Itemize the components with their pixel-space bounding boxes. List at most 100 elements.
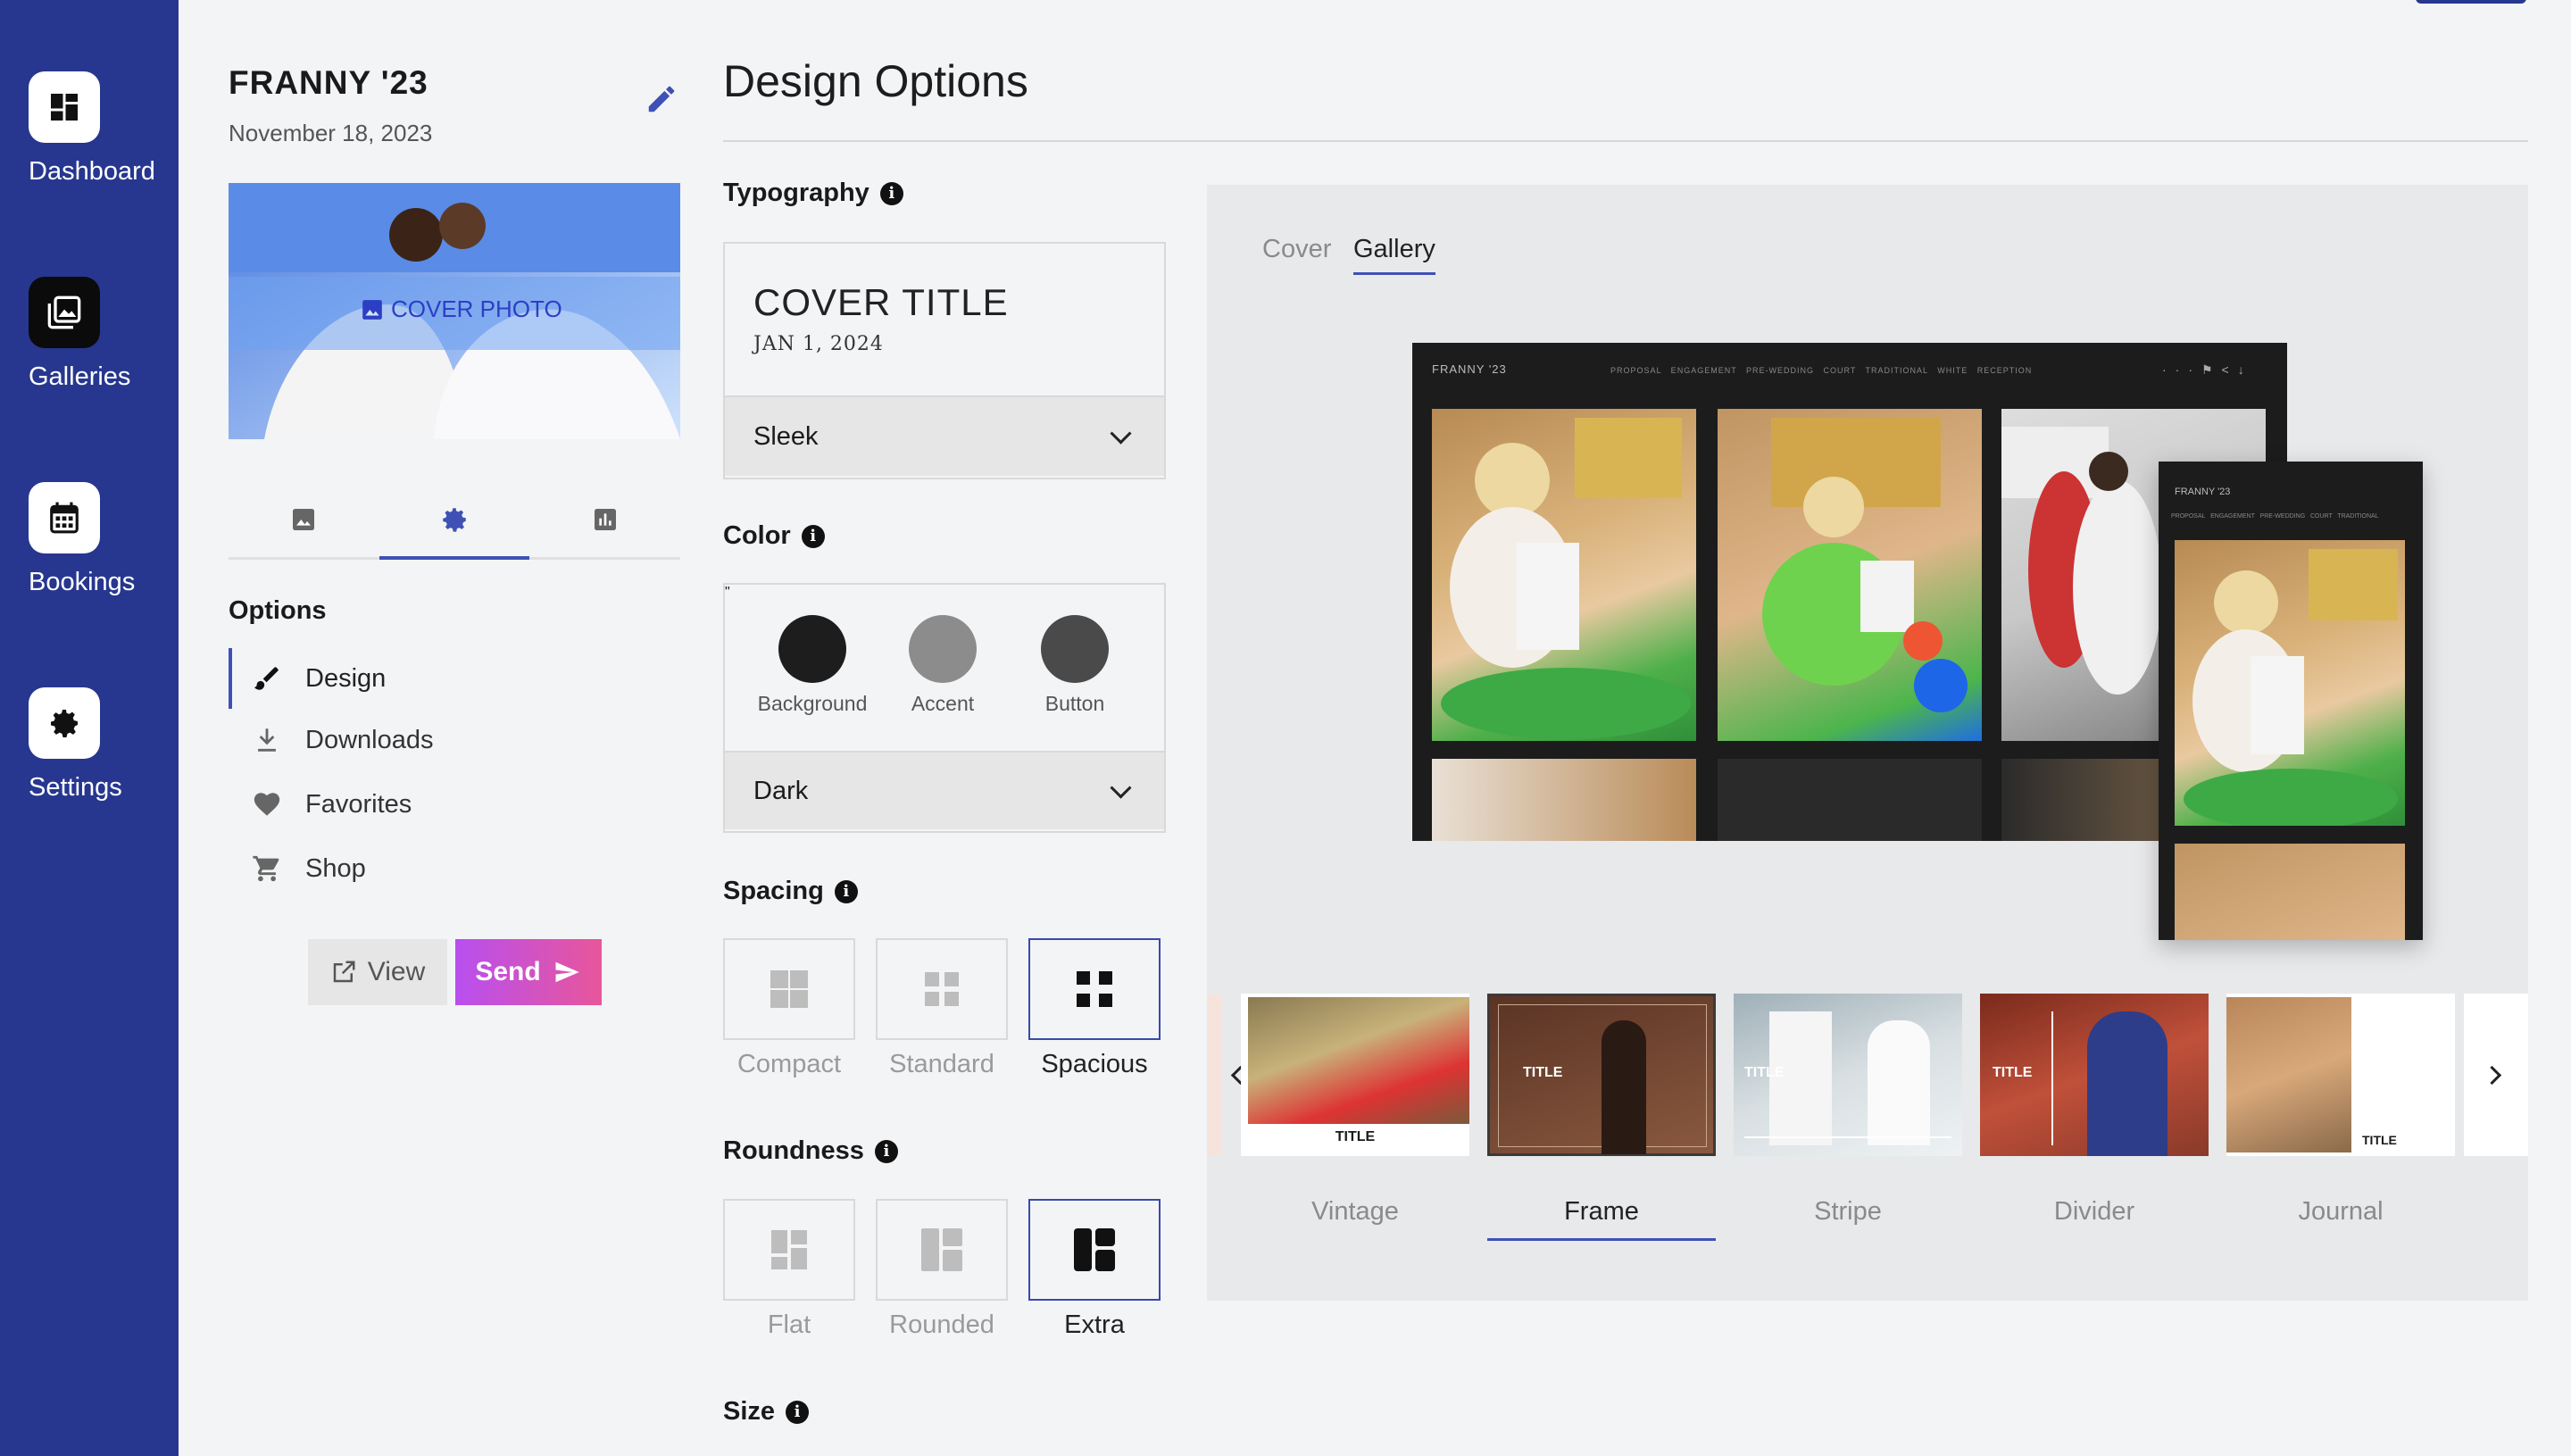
view-button[interactable]: View [308,939,447,1005]
typography-select[interactable]: Sleek [725,395,1164,476]
option-design[interactable]: Design [229,648,386,709]
tab-insights[interactable] [530,482,680,557]
edit-title-button[interactable] [645,82,678,121]
color-heading: Color i [723,521,825,551]
info-icon[interactable]: i [801,524,825,548]
send-button[interactable]: Send [455,939,602,1005]
roundness-label: Roundness [723,1136,864,1165]
mobile-photo[interactable] [2175,844,2405,940]
flat-layout-icon [771,1230,807,1269]
option-label: Favorites [305,789,412,819]
style-label[interactable]: Journal [2226,1197,2455,1227]
galleries-icon [29,277,100,348]
swatch-button[interactable] [1041,615,1109,683]
roundness-option-label: Flat [767,1310,811,1339]
standard-grid-icon [925,972,959,1006]
nav-settings[interactable]: Settings [0,687,179,812]
project-title: FRANNY '23 [229,64,428,101]
gallery-photo[interactable] [1432,409,1696,741]
nav-galleries[interactable]: Galleries [0,277,179,402]
gallery-photo[interactable] [1718,759,1982,841]
spacing-compact[interactable] [723,938,855,1040]
swatch-background[interactable] [778,615,846,683]
option-label: Design [305,663,387,693]
pencil-icon [648,86,675,112]
spacing-spacious[interactable] [1028,938,1161,1040]
cover-photo[interactable]: COVER PHOTO [229,183,680,439]
nav-dashboard[interactable]: Dashboard [0,71,179,196]
divider-line [2051,1011,2053,1145]
mobile-preview: FRANNY '23 PROPOSAL ENGAGEMENT PRE-WEDDI… [2159,462,2423,940]
spacing-standard[interactable] [876,938,1008,1040]
option-shop[interactable]: Shop [229,842,366,895]
swatch-label: Accent [911,692,975,715]
send-button-label: Send [475,957,541,986]
roundness-flat[interactable] [723,1199,855,1301]
gallery-photo[interactable] [1432,759,1696,841]
desktop-toolbar-icons: ···⚑<↓ [2162,362,2253,377]
info-icon[interactable]: i [834,879,858,903]
color-label: Color [723,521,791,550]
style-thumb-vintage[interactable]: TITLE [1241,994,1469,1156]
preview-panel: Cover Gallery FRANNY '23 PROPOSAL ENGAGE… [1207,185,2528,1301]
cover-photo-overlay: COVER PHOTO [361,295,562,323]
gear-icon [29,687,100,759]
send-icon [555,961,579,983]
swatch-label: Button [1044,692,1105,715]
tab-photos[interactable] [229,482,379,557]
style-carousel: TITLE TITLE TITLE TITLE TITLE [1207,994,2528,1156]
tab-settings[interactable] [379,482,529,560]
chart-icon [595,509,616,530]
style-thumb-partial [1207,994,1221,1156]
carousel-next-button[interactable] [2464,994,2528,1156]
size-label: Size [723,1397,776,1426]
cart-icon [252,853,305,884]
size-heading: Size i [723,1397,810,1427]
info-icon[interactable]: i [786,1400,810,1424]
dashboard-icon [29,71,100,143]
style-label[interactable]: Frame [1487,1197,1716,1227]
roundness-heading: Roundness i [723,1136,898,1166]
spacing-heading: Spacing i [723,877,858,906]
option-label: Downloads [305,725,434,754]
roundness-extra[interactable] [1028,1199,1161,1301]
info-icon[interactable]: i [874,1139,898,1163]
project-date: November 18, 2023 [229,120,433,146]
style-thumb-frame[interactable]: TITLE [1487,994,1716,1156]
preview-tab-gallery[interactable]: Gallery [1353,235,1435,275]
chevron-down-icon [1110,422,1132,445]
nav-label-settings: Settings [29,773,122,802]
style-label[interactable]: Stripe [1734,1197,1962,1227]
swatch-accent[interactable] [909,615,977,683]
mobile-photo[interactable] [2175,540,2405,826]
swatch-label: Background [757,692,868,715]
color-theme-select[interactable]: Dark [725,751,1164,829]
option-favorites[interactable]: Favorites [229,778,412,831]
style-thumb-stripe[interactable]: TITLE [1734,994,1962,1156]
style-label[interactable]: Divider [1980,1197,2209,1227]
nav-bookings[interactable]: Bookings [0,482,179,607]
brush-icon [252,663,305,694]
page-title: Design Options [723,56,1028,106]
photo-icon [293,509,314,530]
typography-card: COVER TITLE JAN 1, 2024 Sleek [723,242,1166,479]
info-icon[interactable]: i [879,181,903,205]
option-downloads[interactable]: Downloads [229,713,433,767]
gear-icon [443,508,466,532]
roundness-option-label: Extra [1064,1310,1125,1339]
chevron-right-icon [2482,1065,2502,1086]
top-action-button[interactable] [2416,0,2526,4]
style-thumb-tag: TITLE [2362,1133,2397,1147]
typography-preview-title: COVER TITLE [753,281,1009,323]
nav-label-bookings: Bookings [29,568,136,596]
style-label[interactable]: Vintage [1241,1197,1469,1227]
download-icon [252,725,305,755]
style-thumb-divider[interactable]: TITLE [1980,994,2209,1156]
preview-tab-cover[interactable]: Cover [1262,235,1331,264]
image-icon [362,299,382,320]
style-thumb-figure [2087,1011,2167,1156]
gallery-photo[interactable] [1718,409,1982,741]
style-thumb-journal[interactable]: TITLE [2226,994,2455,1156]
nav-label-dashboard: Dashboard [29,157,155,186]
roundness-rounded[interactable] [876,1199,1008,1301]
